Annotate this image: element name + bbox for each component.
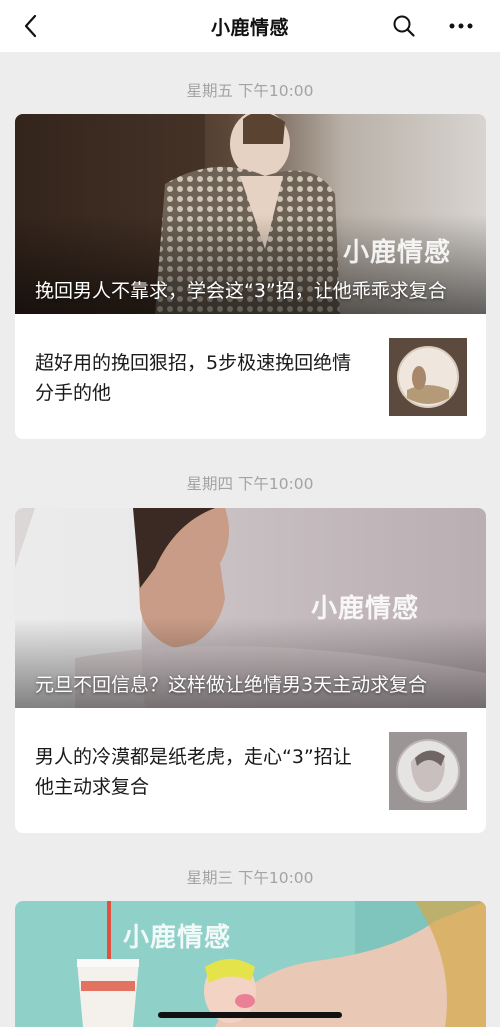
page-title: 小鹿情感 [210, 16, 289, 39]
sub-article-thumbnail [389, 732, 467, 810]
sub-article-thumbnail [389, 338, 467, 416]
hero-article[interactable]: 小鹿情感 元旦不回信息？这样做让绝情男3天主动求复合 [15, 508, 486, 708]
search-icon [393, 15, 415, 37]
sub-article[interactable]: 超好用的挽回狠招，5步极速挽回绝情分手的他 [15, 314, 486, 439]
sub-article-title: 男人的冷漠都是纸老虎，走心“3”招让他主动求复合 [35, 746, 352, 798]
home-indicator[interactable] [158, 1012, 342, 1018]
hero-article[interactable]: 小鹿情感 [15, 901, 486, 1027]
hero-watermark: 小鹿情感 [343, 238, 452, 268]
back-button[interactable] [16, 12, 46, 40]
message-timestamp: 星期四 下午10:00 [186, 475, 314, 493]
more-horizontal-icon [449, 23, 473, 29]
hero-title: 元旦不回信息？这样做让绝情男3天主动求复合 [35, 674, 428, 696]
hero-watermark: 小鹿情感 [123, 923, 232, 953]
more-button[interactable] [444, 12, 478, 40]
chevron-left-icon [24, 14, 37, 38]
article-card: 小鹿情感 元旦不回信息？这样做让绝情男3天主动求复合 男人的冷漠都是纸老虎，走心… [15, 508, 486, 833]
article-card: 小鹿情感 [15, 901, 486, 1027]
top-nav-bar: 小鹿情感 [0, 0, 500, 52]
sub-article-title: 超好用的挽回狠招，5步极速挽回绝情分手的他 [35, 352, 352, 404]
hero-article[interactable]: 小鹿情感 挽回男人不靠求，学会这“3”招，让他乖乖求复合 [15, 114, 486, 314]
search-button[interactable] [390, 12, 418, 40]
sub-article[interactable]: 男人的冷漠都是纸老虎，走心“3”招让他主动求复合 [15, 708, 486, 833]
hero-title: 挽回男人不靠求，学会这“3”招，让他乖乖求复合 [35, 280, 447, 302]
message-timestamp: 星期三 下午10:00 [186, 869, 314, 887]
article-card: 小鹿情感 挽回男人不靠求，学会这“3”招，让他乖乖求复合 超好用的挽回狠招，5步… [15, 114, 486, 439]
hero-watermark: 小鹿情感 [311, 594, 420, 624]
hero-image [15, 901, 486, 1027]
message-timestamp: 星期五 下午10:00 [186, 82, 314, 100]
